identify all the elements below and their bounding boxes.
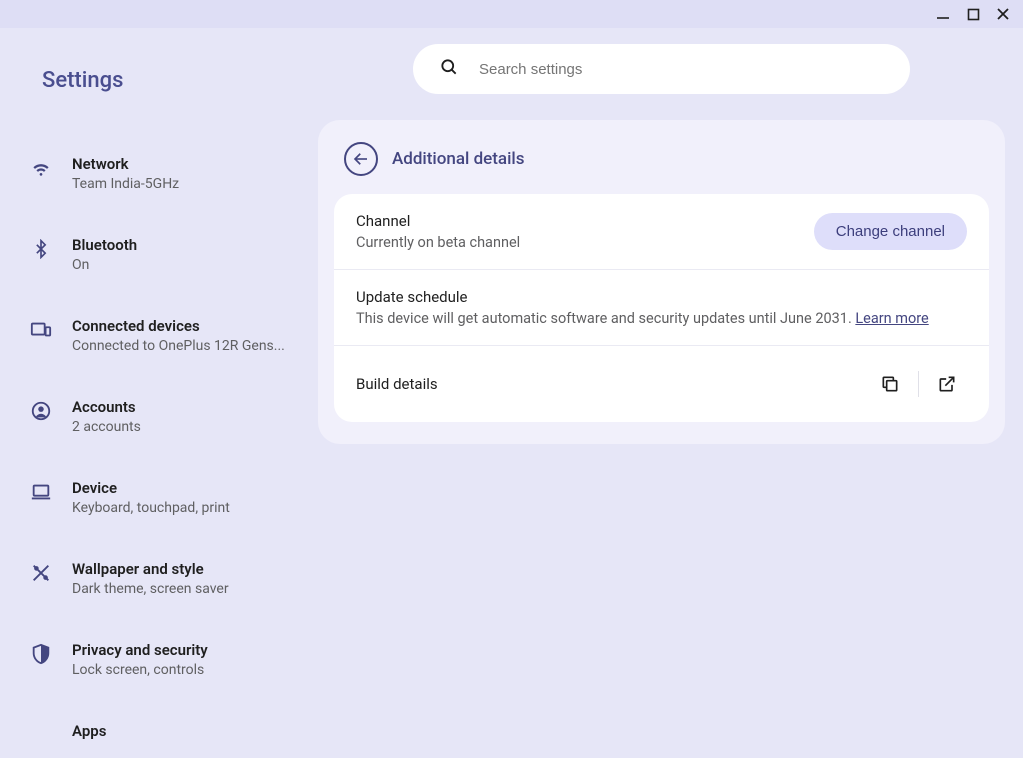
sidebar-item-network[interactable]: Network Team India-5GHz	[0, 143, 318, 204]
close-button[interactable]	[995, 6, 1011, 22]
account-icon	[30, 400, 52, 422]
bluetooth-icon	[30, 238, 52, 260]
divider	[918, 371, 919, 397]
sidebar: Settings Network Team India-5GHz Bluetoo…	[0, 28, 318, 644]
copy-button[interactable]	[870, 364, 910, 404]
sidebar-item-bluetooth[interactable]: Bluetooth On	[0, 224, 318, 285]
row-channel: Channel Currently on beta channel Change…	[334, 194, 989, 270]
row-title: Channel	[356, 212, 814, 230]
back-button[interactable]	[344, 142, 378, 176]
row-sub: Currently on beta channel	[356, 234, 814, 251]
apps-icon	[30, 724, 52, 746]
sidebar-item-connected-devices[interactable]: Connected devices Connected to OnePlus 1…	[0, 305, 318, 366]
minimize-button[interactable]	[935, 6, 951, 22]
search-input[interactable]	[479, 61, 884, 78]
row-build-details: Build details	[334, 346, 989, 422]
devices-icon	[30, 319, 52, 341]
row-title: Build details	[356, 375, 870, 393]
content-panel: Additional details Channel Currently on …	[318, 120, 1005, 444]
sidebar-item-accounts[interactable]: Accounts 2 accounts	[0, 386, 318, 447]
sidebar-item-apps[interactable]: Apps	[0, 710, 318, 758]
sidebar-item-privacy[interactable]: Privacy and security Lock screen, contro…	[0, 629, 318, 690]
app-title: Settings	[0, 68, 318, 93]
style-icon	[30, 562, 52, 584]
sidebar-item-device[interactable]: Device Keyboard, touchpad, print	[0, 467, 318, 528]
laptop-icon	[30, 481, 52, 503]
wifi-icon	[30, 157, 52, 179]
window-titlebar	[0, 0, 1023, 28]
panel-title: Additional details	[392, 149, 525, 169]
sidebar-item-sublabel: Connected to OnePlus 12R Gens...	[72, 338, 298, 354]
sidebar-item-label: Device	[72, 479, 298, 497]
sidebar-item-sublabel: Lock screen, controls	[72, 662, 298, 678]
sidebar-item-sublabel: 2 accounts	[72, 419, 298, 435]
sidebar-item-sublabel: On	[72, 257, 298, 273]
sidebar-item-label: Apps	[72, 722, 298, 740]
sidebar-item-sublabel: Team India-5GHz	[72, 176, 298, 192]
row-update-schedule: Update schedule This device will get aut…	[334, 270, 989, 346]
sidebar-item-sublabel: Dark theme, screen saver	[72, 581, 298, 597]
maximize-button[interactable]	[965, 6, 981, 22]
sidebar-item-wallpaper[interactable]: Wallpaper and style Dark theme, screen s…	[0, 548, 318, 609]
change-channel-button[interactable]: Change channel	[814, 213, 967, 250]
search-icon	[439, 57, 459, 81]
open-external-button[interactable]	[927, 364, 967, 404]
row-title: Update schedule	[356, 288, 967, 306]
shield-icon	[30, 643, 52, 665]
sidebar-item-label: Wallpaper and style	[72, 560, 298, 578]
row-sub: This device will get automatic software …	[356, 310, 967, 327]
search-bar[interactable]	[413, 44, 910, 94]
sidebar-item-label: Accounts	[72, 398, 298, 416]
learn-more-link[interactable]: Learn more	[855, 310, 928, 327]
sidebar-item-label: Bluetooth	[72, 236, 298, 254]
sidebar-item-sublabel: Keyboard, touchpad, print	[72, 500, 298, 516]
sidebar-item-label: Connected devices	[72, 317, 298, 335]
sidebar-item-label: Network	[72, 155, 298, 173]
